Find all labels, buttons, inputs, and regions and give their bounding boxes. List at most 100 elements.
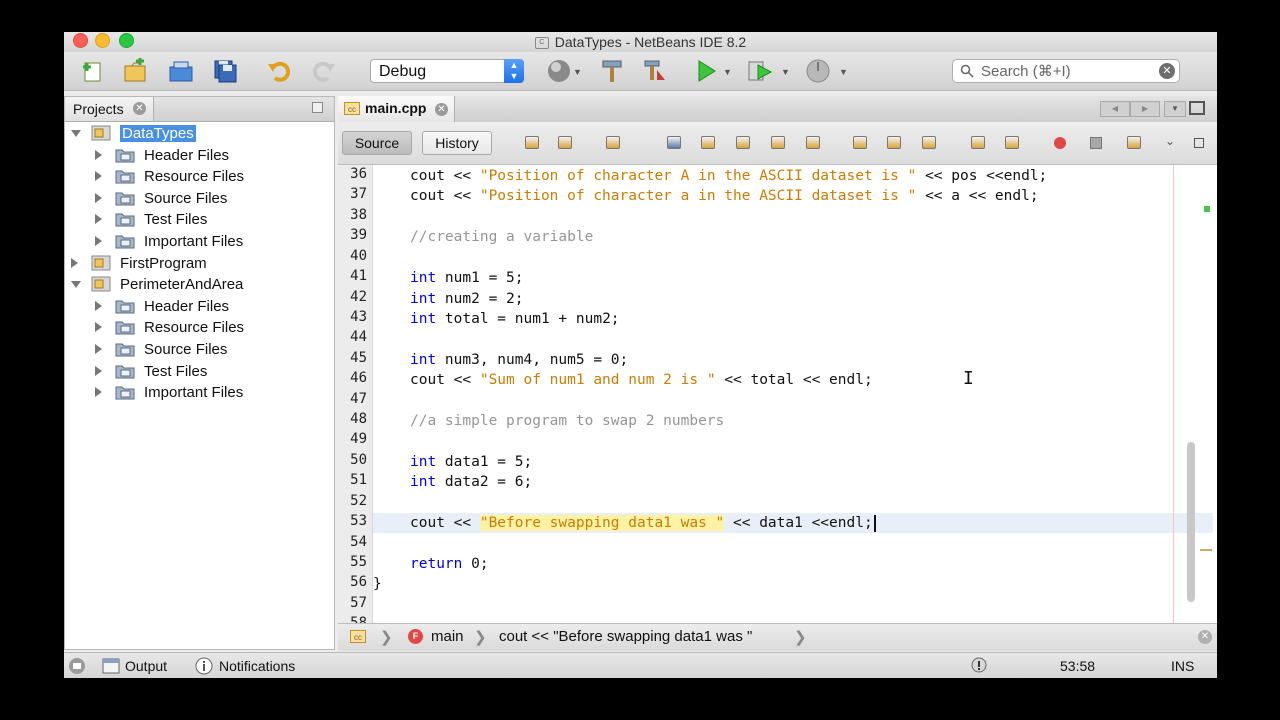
undo-icon[interactable]: [267, 58, 293, 84]
expand-right-icon[interactable]: [95, 322, 102, 333]
split-icon[interactable]: [1189, 134, 1209, 152]
last-edit-icon[interactable]: [522, 134, 542, 152]
close-icon[interactable]: ✕: [435, 103, 448, 116]
output-icon[interactable]: [102, 657, 120, 675]
shift-right-icon[interactable]: [1002, 134, 1022, 152]
code-line[interactable]: int data2 = 6;: [410, 472, 532, 492]
chevron-down-icon[interactable]: ▼: [781, 67, 790, 77]
code-area[interactable]: cout << "Position of character A in the …: [373, 165, 1173, 623]
minimize-panel-icon[interactable]: [312, 102, 323, 113]
folder-node[interactable]: Header Files: [65, 296, 334, 317]
code-line[interactable]: int data1 = 5;: [410, 452, 532, 472]
close-icon[interactable]: ✕: [1198, 630, 1212, 644]
expand-down-icon[interactable]: [71, 281, 81, 289]
close-window-button[interactable]: [73, 33, 88, 48]
next-bookmark-icon[interactable]: [884, 134, 904, 152]
folder-node[interactable]: Important Files: [65, 382, 334, 403]
code-line[interactable]: int num1 = 5;: [410, 268, 524, 288]
code-line[interactable]: //a simple program to swap 2 numbers: [410, 411, 724, 431]
breadcrumb-statement[interactable]: cout << "Before swapping data1 was ": [499, 628, 752, 645]
shift-left-icon[interactable]: [968, 134, 988, 152]
expand-right-icon[interactable]: [95, 387, 102, 398]
project-node[interactable]: PerimeterAndArea: [65, 274, 334, 295]
tab-list-dropdown-icon[interactable]: ▼: [1164, 101, 1186, 117]
notifications-tab[interactable]: Notifications: [219, 658, 295, 674]
toggle-highlight-icon[interactable]: [768, 134, 788, 152]
vertical-scrollbar-thumb[interactable]: [1187, 442, 1195, 602]
scroll-tabs-left-icon[interactable]: ◀: [1100, 101, 1130, 117]
output-tab[interactable]: Output: [125, 658, 167, 674]
code-line[interactable]: cout << "Position of character a in the …: [410, 186, 1039, 206]
code-line[interactable]: int num2 = 2;: [410, 289, 524, 309]
scroll-tabs-right-icon[interactable]: ▶: [1130, 101, 1160, 117]
expand-right-icon[interactable]: [71, 257, 78, 268]
folder-node[interactable]: Source Files: [65, 339, 334, 360]
folder-node[interactable]: Source Files: [65, 188, 334, 209]
code-line[interactable]: int num3, num4, num5 = 0;: [410, 350, 628, 370]
project-node[interactable]: DataTypes: [65, 123, 334, 144]
toggle-bookmark-icon[interactable]: [919, 134, 939, 152]
globe-icon[interactable]: [546, 58, 572, 84]
open-project-icon[interactable]: [168, 58, 194, 84]
cpp-file-icon[interactable]: cc: [350, 630, 366, 643]
expand-right-icon[interactable]: [95, 365, 102, 376]
find-next-icon[interactable]: [733, 134, 753, 152]
search-input[interactable]: [981, 62, 1151, 80]
folder-node[interactable]: Important Files: [65, 231, 334, 252]
redo-icon[interactable]: [310, 58, 336, 84]
minimize-window-button[interactable]: [95, 33, 110, 48]
clean-build-icon[interactable]: [642, 58, 668, 84]
project-node[interactable]: FirstProgram: [65, 253, 334, 274]
code-line[interactable]: return 0;: [410, 554, 489, 574]
forward-icon[interactable]: [603, 134, 623, 152]
code-line[interactable]: }: [373, 574, 382, 594]
breadcrumb-function[interactable]: main: [431, 628, 464, 645]
start-macro-icon[interactable]: [1050, 134, 1070, 152]
save-all-icon[interactable]: [212, 58, 238, 84]
folder-node[interactable]: Test Files: [65, 361, 334, 382]
debug-icon[interactable]: [747, 58, 773, 84]
code-line[interactable]: //creating a variable: [410, 227, 593, 247]
print-icon[interactable]: [68, 657, 86, 675]
expand-right-icon[interactable]: [95, 192, 102, 203]
find-previous-icon[interactable]: [698, 134, 718, 152]
find-icon[interactable]: [664, 134, 684, 152]
profile-icon[interactable]: [805, 58, 831, 84]
folder-node[interactable]: Test Files: [65, 209, 334, 230]
expand-right-icon[interactable]: [95, 300, 102, 311]
tab-projects[interactable]: Projects ✕: [65, 97, 154, 121]
folder-node[interactable]: Resource Files: [65, 166, 334, 187]
clear-search-icon[interactable]: ✕: [1159, 63, 1175, 79]
folder-node[interactable]: Header Files: [65, 145, 334, 166]
configuration-select[interactable]: Debug ▲ ▼: [370, 59, 524, 83]
expand-right-icon[interactable]: [95, 171, 102, 182]
back-icon[interactable]: [555, 134, 575, 152]
expand-right-icon[interactable]: [95, 236, 102, 246]
more-icon[interactable]: ⌄: [1160, 134, 1180, 152]
tab-main-cpp[interactable]: cc main.cpp ✕: [338, 96, 455, 122]
expand-right-icon[interactable]: [95, 344, 102, 354]
expand-right-icon[interactable]: [95, 149, 102, 160]
search-box[interactable]: ✕: [952, 59, 1180, 83]
folder-node[interactable]: Resource Files: [65, 317, 334, 338]
code-line[interactable]: cout << "Before swapping data1 was " << …: [410, 513, 876, 533]
chevron-down-icon[interactable]: ▼: [573, 67, 582, 77]
code-line[interactable]: cout << "Position of character A in the …: [410, 166, 1047, 186]
run-icon[interactable]: [693, 58, 719, 84]
expand-right-icon[interactable]: [95, 214, 102, 225]
maximize-icon[interactable]: [1189, 101, 1205, 115]
expand-down-icon[interactable]: [71, 130, 81, 137]
zoom-window-button[interactable]: [119, 33, 134, 48]
build-hammer-icon[interactable]: [599, 58, 625, 84]
chevron-down-icon[interactable]: ▼: [839, 67, 848, 77]
chevron-down-icon[interactable]: ▼: [723, 67, 732, 77]
new-file-icon[interactable]: [80, 58, 106, 84]
new-project-icon[interactable]: [122, 58, 148, 84]
notification-bubble-icon[interactable]: [970, 657, 988, 675]
code-line[interactable]: cout << "Sum of num1 and num 2 is " << t…: [410, 370, 873, 390]
code-line[interactable]: int total = num1 + num2;: [410, 309, 620, 329]
previous-bookmark-icon[interactable]: [850, 134, 870, 152]
toggle-rect-select-icon[interactable]: [803, 134, 823, 152]
source-button[interactable]: Source: [342, 131, 412, 155]
toggle-comment-icon[interactable]: [1124, 134, 1144, 152]
